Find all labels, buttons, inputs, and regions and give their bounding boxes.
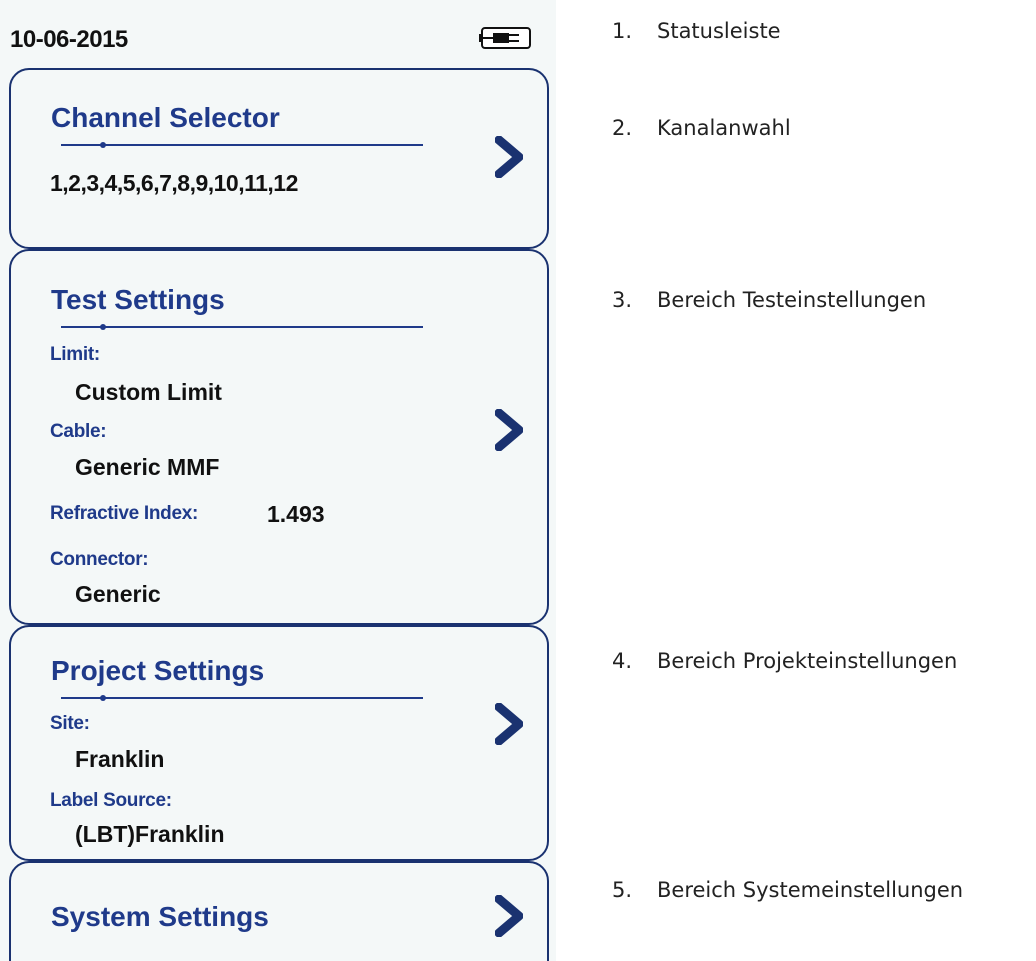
chevron-right-icon[interactable]	[495, 703, 523, 745]
battery-plug-icon	[479, 27, 531, 49]
callout-number: 4.	[612, 649, 633, 673]
refractive-index-label: Refractive Index:	[50, 503, 199, 524]
channel-selector-panel[interactable]: Channel Selector 1,2,3,4,5,6,7,8,9,10,11…	[9, 68, 549, 249]
system-settings-panel[interactable]: System Settings	[9, 861, 549, 961]
title-divider	[61, 322, 423, 332]
test-settings-title: Test Settings	[51, 284, 225, 315]
callout-number: 2.	[612, 116, 633, 140]
callout-text: Bereich Testeinstellungen	[657, 288, 927, 312]
device-screen: 10-06-2015 Channel Selector 1,2,3,4,5,6,…	[0, 0, 556, 961]
callout-project-settings: 4. Bereich Projekteinstellungen	[612, 649, 957, 673]
system-settings-title: System Settings	[51, 901, 269, 932]
site-value: Franklin	[75, 746, 165, 772]
connector-value: Generic	[75, 581, 161, 607]
project-settings-panel[interactable]: Project Settings Site: Franklin Label So…	[9, 625, 549, 861]
callout-number: 5.	[612, 878, 633, 902]
label-source-label: Label Source:	[50, 790, 172, 811]
callout-channel: 2. Kanalanwahl	[612, 116, 791, 140]
status-date: 10-06-2015	[10, 26, 128, 53]
refractive-index-value: 1.493	[267, 501, 325, 527]
callout-text: Bereich Projekteinstellungen	[657, 649, 958, 673]
callout-text: Bereich Systemeinstellungen	[657, 878, 964, 902]
limit-label: Limit:	[50, 344, 100, 365]
connector-label: Connector:	[50, 549, 149, 570]
site-label: Site:	[50, 713, 90, 734]
callout-number: 1.	[612, 19, 633, 43]
status-bar: 10-06-2015	[0, 0, 556, 68]
callout-statusbar: 1. Statusleiste	[612, 19, 781, 43]
cable-label: Cable:	[50, 421, 107, 442]
title-divider	[61, 693, 423, 703]
test-settings-panel[interactable]: Test Settings Limit: Custom Limit Cable:…	[9, 249, 549, 625]
callout-number: 3.	[612, 288, 633, 312]
channel-list: 1,2,3,4,5,6,7,8,9,10,11,12	[50, 170, 298, 196]
callout-text: Kanalanwahl	[657, 116, 791, 140]
callout-test-settings: 3. Bereich Testeinstellungen	[612, 288, 926, 312]
callout-system-settings: 5. Bereich Systemeinstellungen	[612, 878, 963, 902]
cable-value: Generic MMF	[75, 454, 220, 480]
label-source-value: (LBT)Franklin	[75, 821, 225, 847]
chevron-right-icon[interactable]	[495, 409, 523, 451]
limit-value: Custom Limit	[75, 379, 222, 405]
title-divider	[61, 140, 423, 150]
chevron-right-icon[interactable]	[495, 895, 523, 937]
channel-selector-title: Channel Selector	[51, 102, 280, 133]
project-settings-title: Project Settings	[51, 655, 265, 686]
callout-text: Statusleiste	[657, 19, 781, 43]
chevron-right-icon[interactable]	[495, 136, 523, 178]
